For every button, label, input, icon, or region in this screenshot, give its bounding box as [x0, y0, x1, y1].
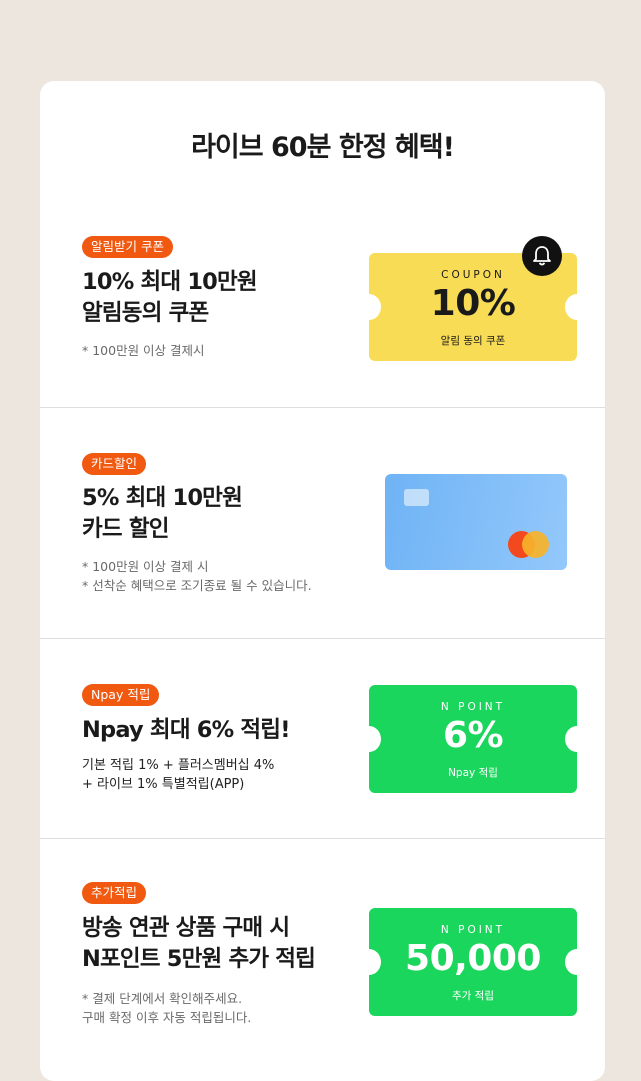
coupon-sub: Npay 적립	[448, 767, 498, 779]
credit-card-icon	[385, 474, 567, 570]
npoint-ticket[interactable]: N POINT 50,000 추가 적립	[357, 908, 589, 1016]
coupon-value: 50,000	[405, 938, 541, 979]
benefit-badge: 카드할인	[82, 453, 147, 475]
benefit-badge: 알림받기 쿠폰	[82, 236, 173, 258]
card-chip-icon	[404, 489, 429, 506]
benefit-section-extra: 추가적립 방송 연관 상품 구매 시 N포인트 5만원 추가 적립 * 결제 단…	[40, 838, 605, 1081]
coupon-label: N POINT	[440, 924, 506, 936]
coupon-label: N POINT	[440, 701, 506, 713]
coupon-value: 10%	[430, 283, 516, 324]
benefit-note: * 100만원 이상 결제 시 * 선착순 혜택으로 조기종료 될 수 있습니다…	[82, 559, 312, 593]
benefit-note: * 100만원 이상 결제시	[82, 343, 205, 358]
coupon-value: 6%	[442, 715, 504, 756]
benefit-note: 기본 적립 1% + 플러스멤버십 4% + 라이브 1% 특별적립(APP)	[82, 758, 275, 792]
coupon-sub: 알림 동의 쿠폰	[440, 335, 506, 347]
benefit-note: * 결제 단계에서 확인해주세요. 구매 확정 이후 자동 적립됩니다.	[82, 991, 252, 1025]
benefit-heading: 5% 최대 10만원 카드 할인	[82, 485, 243, 542]
coupon-sub: 추가 적립	[452, 990, 494, 1002]
bell-icon[interactable]	[522, 236, 562, 276]
npoint-ticket[interactable]: N POINT 6% Npay 적립	[357, 685, 589, 793]
benefit-heading: Npay 최대 6% 적립!	[82, 717, 290, 743]
benefit-section-coupon: 알림받기 쿠폰 10% 최대 10만원 알림동의 쿠폰 * 100만원 이상 결…	[40, 81, 605, 408]
benefit-heading: 방송 연관 상품 구매 시 N포인트 5만원 추가 적립	[82, 915, 316, 972]
benefits-card: 라이브 60분 한정 혜택! 알림받기 쿠폰 10% 최대 10만원 알림동의 …	[40, 81, 605, 1081]
benefit-badge: Npay 적립	[82, 684, 160, 706]
benefit-heading: 10% 최대 10만원 알림동의 쿠폰	[82, 269, 258, 326]
benefit-section-npay: Npay 적립 Npay 최대 6% 적립! 기본 적립 1% + 플러스멤버십…	[40, 638, 605, 839]
benefit-badge: 추가적립	[82, 882, 147, 904]
